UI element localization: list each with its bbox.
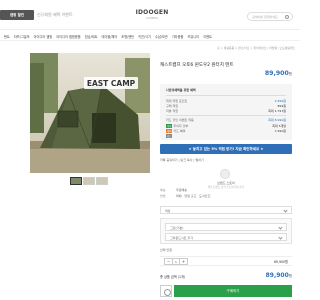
benefit-value: 2,696원 xyxy=(274,99,286,103)
thumbnail[interactable] xyxy=(70,177,82,185)
seller-box[interactable]: 브랜드 스토어 캐스트캠프 공식 스토어 바로가기 xyxy=(160,165,292,189)
point-banner-text: ★ 놓치고 있는 5% 적립 받기! 지금 확인하세요 ★ xyxy=(188,146,264,151)
select-value: 그린(기본) xyxy=(170,226,184,230)
product-price: 89,900원 xyxy=(240,70,292,77)
select-value: 색상 xyxy=(165,209,171,213)
product-image-label: EAST CAMP xyxy=(87,79,136,88)
option-group: 그린(기본) 그라운드시트 추가 xyxy=(160,218,292,244)
nav-item[interactable]: 침낭/매트 xyxy=(85,34,98,39)
option-select-color[interactable]: 색상 xyxy=(160,206,292,214)
benefit-value: 최대 1,797원 xyxy=(268,109,286,113)
main-nav: 텐트 타프/그늘막 아이디어 캠핑 아이디어 캠핑용품 침낭/매트 테이블/체어… xyxy=(0,32,300,41)
divider xyxy=(166,95,286,96)
benefit-value: 최대 5개월 xyxy=(272,124,286,128)
nav-item[interactable]: 아이디어 캠핑 xyxy=(34,34,53,39)
benefits-heading: 나만의혜택을 위한 혜택 xyxy=(166,88,196,92)
shipping-row: 방법 택배 · 당일 출고 · 도서산간 xyxy=(160,194,292,200)
option-select-addon[interactable]: 그라운드시트 추가 xyxy=(165,233,287,241)
search-input[interactable]: 검색어를 입력하세요 xyxy=(247,12,293,21)
quantity-plus-button[interactable]: + xyxy=(180,259,187,264)
benefit-label: 구매 적립 xyxy=(166,104,178,108)
nav-item[interactable]: 커뮤니티 xyxy=(187,34,199,39)
benefit-value: 7,990원 xyxy=(274,129,286,133)
benefit-label: 카드 할인 이벤트 적용 xyxy=(166,118,194,122)
search-icon[interactable] xyxy=(285,15,289,19)
shipping-label: 배송 xyxy=(160,188,166,192)
promo-text[interactable]: 신규회원 혜택 이벤트 xyxy=(37,12,73,18)
quantity-row: − 1 + 89,900원 xyxy=(160,256,292,266)
shipping-value: 택배 · 당일 출고 · 도서산간 xyxy=(176,194,211,198)
benefit-label: 무이자 할부 xyxy=(173,124,189,128)
quantity-stepper[interactable]: − 1 + xyxy=(164,258,188,265)
product-image[interactable]: EAST CAMP xyxy=(30,53,150,173)
benefit-tag: 추가 xyxy=(166,124,173,128)
thumbnail[interactable] xyxy=(96,177,108,185)
benefit-value: 최대 8,990원 xyxy=(268,118,286,122)
breadcrumb[interactable]: 홈 > 캠핑용품 > 텐트/타프 > 원터치텐트 / 리빙쉘 / 오토캠핑텐트 xyxy=(150,46,295,50)
select-value: 선택 안함 xyxy=(160,248,172,252)
line-price: 89,900원 xyxy=(273,260,288,264)
price-value: 89,900 xyxy=(264,70,289,77)
shipping-label: 방법 xyxy=(160,194,166,198)
select-value: 그라운드시트 추가 xyxy=(170,236,194,240)
chevron-down-icon xyxy=(278,235,283,240)
benefit-tag: 카드 xyxy=(166,134,173,138)
benefit-row: 카드 xyxy=(166,134,173,138)
point-banner[interactable]: ★ 놓치고 있는 5% 적립 받기! 지금 확인하세요 ★ xyxy=(160,144,292,154)
thumbnail-strip xyxy=(70,177,108,185)
total-price: 총 상품 금액 (1개) 89,900원 xyxy=(160,272,292,280)
benefit-row: 혜택 카드 혜택 xyxy=(166,129,185,133)
nav-item[interactable]: 아이디어 캠핑용품 xyxy=(56,34,80,39)
total-unit: 원 xyxy=(288,274,292,278)
wishlist-button[interactable] xyxy=(160,285,172,297)
option-extra[interactable]: 선택 안함 xyxy=(160,246,292,253)
site-logo-sub: CAMPING xyxy=(146,17,158,20)
action-buttons: 구매하기 xyxy=(160,285,292,297)
site-logo[interactable]: IDOOGEN xyxy=(132,9,172,16)
total-value: 89,900 xyxy=(265,272,289,279)
option-select-variant[interactable]: 그린(기본) xyxy=(165,223,287,231)
total-value-row: 89,900원 xyxy=(266,272,292,279)
benefit-label: 최대 적립 포인트 xyxy=(166,99,188,103)
benefit-label: 리뷰 적립 xyxy=(166,109,178,113)
chevron-down-icon xyxy=(283,208,288,213)
search-placeholder: 검색어를 입력하세요 xyxy=(252,15,278,19)
total-label-row: 총 상품 금액 (1개) xyxy=(160,274,185,279)
tent-photo: EAST CAMP xyxy=(30,53,150,173)
shipping-info: 배송 무료배송 방법 택배 · 당일 출고 · 도서산간 xyxy=(160,188,292,200)
promo-badge[interactable]: 캠핑 할인 xyxy=(0,10,34,20)
share-links[interactable]: 카톡 공유하기 | 링크 복사 | 찜하기 xyxy=(160,158,204,162)
quantity-value[interactable]: 1 xyxy=(172,259,180,264)
price-unit: 원 xyxy=(288,72,292,76)
total-count: (1개) xyxy=(177,275,186,279)
nav-item[interactable]: 기타용품 xyxy=(172,34,184,39)
nav-item[interactable]: 타프/그늘막 xyxy=(14,34,30,39)
shipping-value: 무료배송 xyxy=(176,188,188,192)
benefit-value: 899원 xyxy=(277,104,287,108)
seller-avatar xyxy=(220,169,230,179)
nav-item[interactable]: 조명/랜턴 xyxy=(121,34,134,39)
divider xyxy=(166,115,286,116)
nav-item[interactable]: 수납/보관 xyxy=(155,34,168,39)
benefit-row: 추가 무이자 할부 xyxy=(166,124,188,128)
benefit-label: 카드 혜택 xyxy=(173,129,186,133)
total-label: 총 상품 금액 xyxy=(160,275,177,279)
benefits-box: 나만의혜택을 위한 혜택 최대 적립 포인트 2,696원 구매 적립 899원… xyxy=(160,84,292,140)
promo-badge-text: 캠핑 할인 xyxy=(9,12,25,17)
nav-item[interactable]: 키친/식기 xyxy=(138,34,151,39)
chevron-down-icon xyxy=(278,225,283,230)
nav-item[interactable]: 텐트 xyxy=(4,34,10,39)
quantity-minus-button[interactable]: − xyxy=(165,259,172,264)
benefit-tag: 혜택 xyxy=(166,129,173,133)
thumbnail[interactable] xyxy=(83,177,95,185)
nav-item[interactable]: 이벤트 xyxy=(203,34,212,39)
nav-item[interactable]: 테이블/체어 xyxy=(102,34,118,39)
top-bar: 캠핑 할인 신규회원 혜택 이벤트 IDOOGEN CAMPING 검색어를 입… xyxy=(0,0,300,30)
product-title: 캐스트캠프 오토6 윈도우2 원터치 텐트 xyxy=(160,63,234,68)
buy-button[interactable]: 구매하기 xyxy=(174,285,292,297)
